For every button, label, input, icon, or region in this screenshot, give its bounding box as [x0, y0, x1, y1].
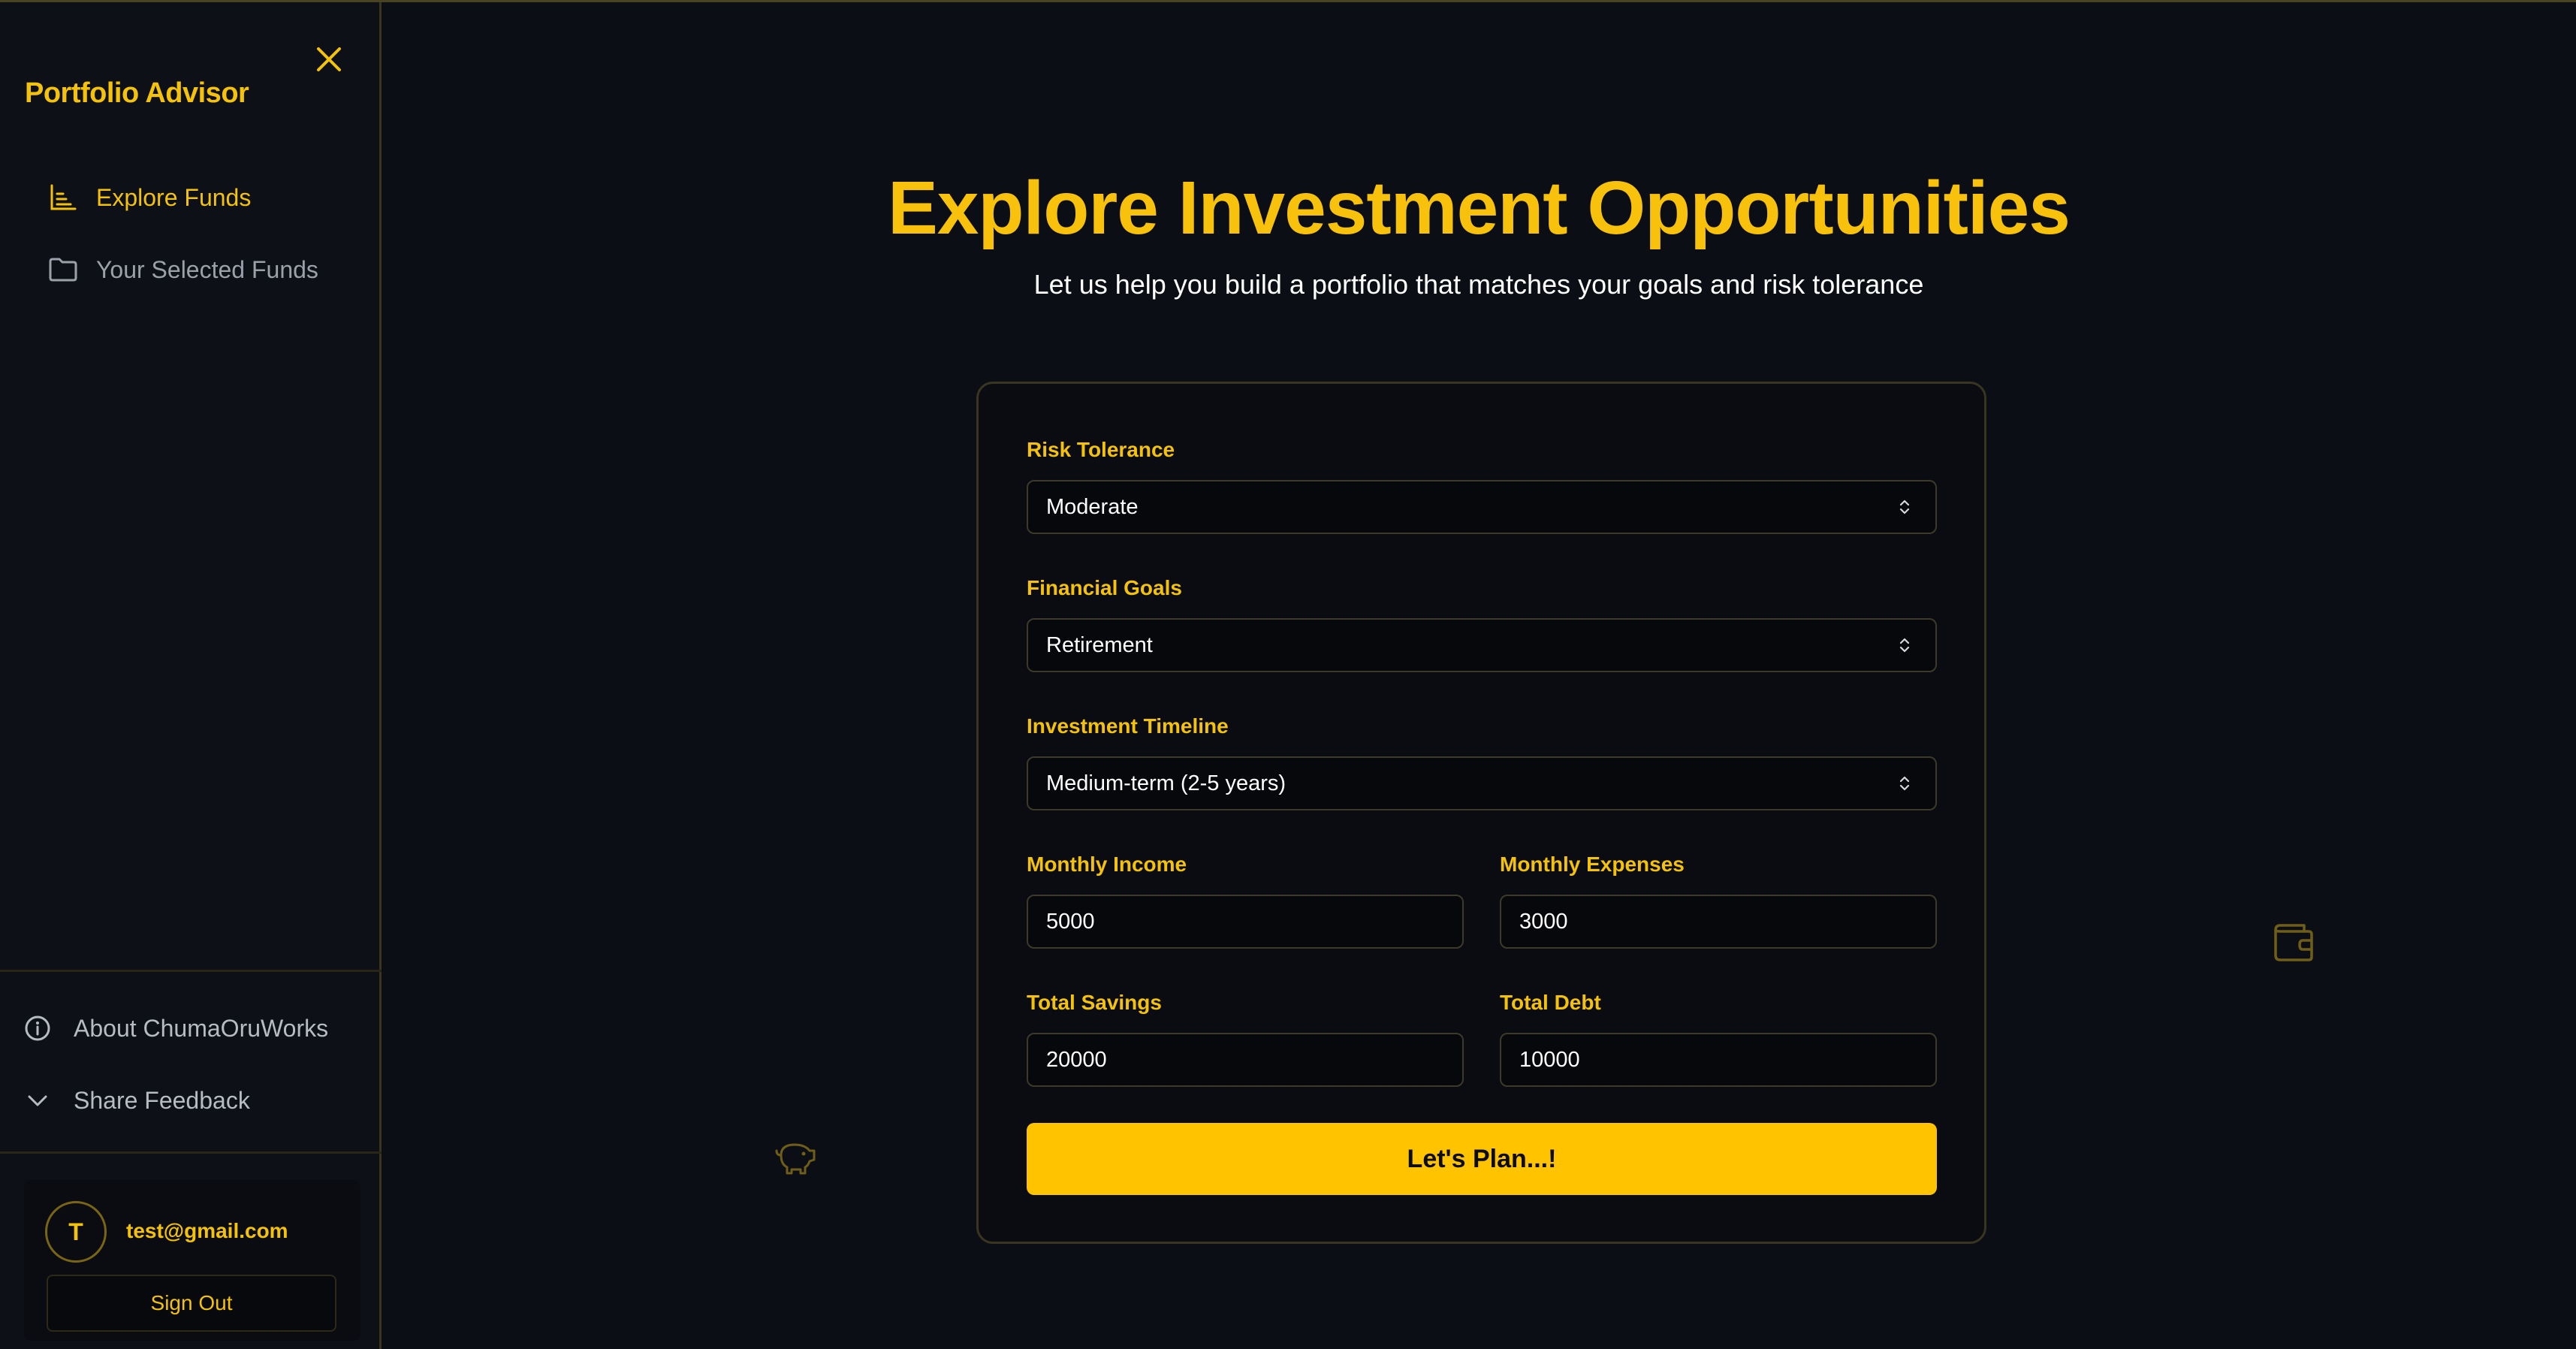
risk-tolerance-label: Risk Tolerance	[1027, 438, 1175, 461]
brand-title: Portfolio Advisor	[25, 77, 249, 109]
chevron-up-down-icon	[1899, 638, 1910, 653]
sidebar-divider	[0, 1151, 382, 1154]
planner-form: Risk Tolerance Moderate Financial Goals …	[976, 382, 1986, 1244]
financial-goals-label: Financial Goals	[1027, 576, 1182, 599]
sidebar-item-label: Explore Funds	[96, 183, 252, 211]
total-debt-label: Total Debt	[1500, 991, 1601, 1014]
sidebar: Portfolio Advisor Explore Funds Your Sel…	[0, 2, 382, 1349]
top-border	[0, 0, 2576, 2]
page-title: Explore Investment Opportunities	[888, 166, 2071, 250]
investment-timeline-label: Investment Timeline	[1027, 714, 1229, 738]
close-icon	[317, 47, 341, 71]
sidebar-divider	[0, 970, 382, 972]
risk-tolerance-select[interactable]: Moderate	[1027, 480, 1937, 534]
close-sidebar-button[interactable]	[309, 40, 348, 79]
financial-goals-select[interactable]: Retirement	[1027, 618, 1937, 672]
total-savings-input[interactable]: 20000	[1027, 1033, 1464, 1087]
chevron-up-down-icon	[1899, 499, 1910, 515]
monthly-income-label: Monthly Income	[1027, 853, 1187, 876]
folder-icon	[49, 258, 77, 282]
investment-timeline-select[interactable]: Medium-term (2-5 years)	[1027, 756, 1937, 810]
user-email: test@gmail.com	[126, 1219, 288, 1242]
monthly-expenses-label: Monthly Expenses	[1500, 853, 1685, 876]
info-icon	[25, 1016, 50, 1041]
total-debt-input[interactable]: 10000	[1500, 1033, 1937, 1087]
page-subtitle: Let us help you build a portfolio that m…	[1033, 269, 1924, 300]
monthly-income-input[interactable]: 5000	[1027, 895, 1464, 949]
avatar: T	[45, 1201, 107, 1263]
lets-plan-button[interactable]: Let's Plan...!	[1027, 1123, 1937, 1195]
bar-chart-icon	[50, 184, 77, 210]
about-link[interactable]: About ChumaOruWorks	[24, 1007, 328, 1049]
financial-goals-value: Retirement	[1046, 632, 1153, 657]
share-feedback-toggle[interactable]: Share Feedback	[24, 1079, 250, 1121]
sign-out-button[interactable]: Sign Out	[47, 1275, 336, 1332]
about-label: About ChumaOruWorks	[74, 1014, 329, 1042]
total-savings-label: Total Savings	[1027, 991, 1162, 1014]
sidebar-item-label: Your Selected Funds	[96, 255, 318, 283]
chevron-down-icon	[28, 1095, 47, 1106]
share-feedback-label: Share Feedback	[74, 1086, 250, 1114]
chevron-up-down-icon	[1899, 776, 1910, 791]
investment-timeline-value: Medium-term (2-5 years)	[1046, 771, 1286, 795]
piggy-bank-icon	[775, 1143, 816, 1175]
monthly-expenses-input[interactable]: 3000	[1500, 895, 1937, 949]
risk-tolerance-value: Moderate	[1046, 494, 1139, 519]
sidebar-item-explore-funds[interactable]: Explore Funds	[48, 177, 251, 219]
wallet-icon	[2274, 924, 2313, 961]
user-card: T test@gmail.com Sign Out	[24, 1180, 360, 1341]
sidebar-item-selected-funds[interactable]: Your Selected Funds	[48, 249, 318, 291]
